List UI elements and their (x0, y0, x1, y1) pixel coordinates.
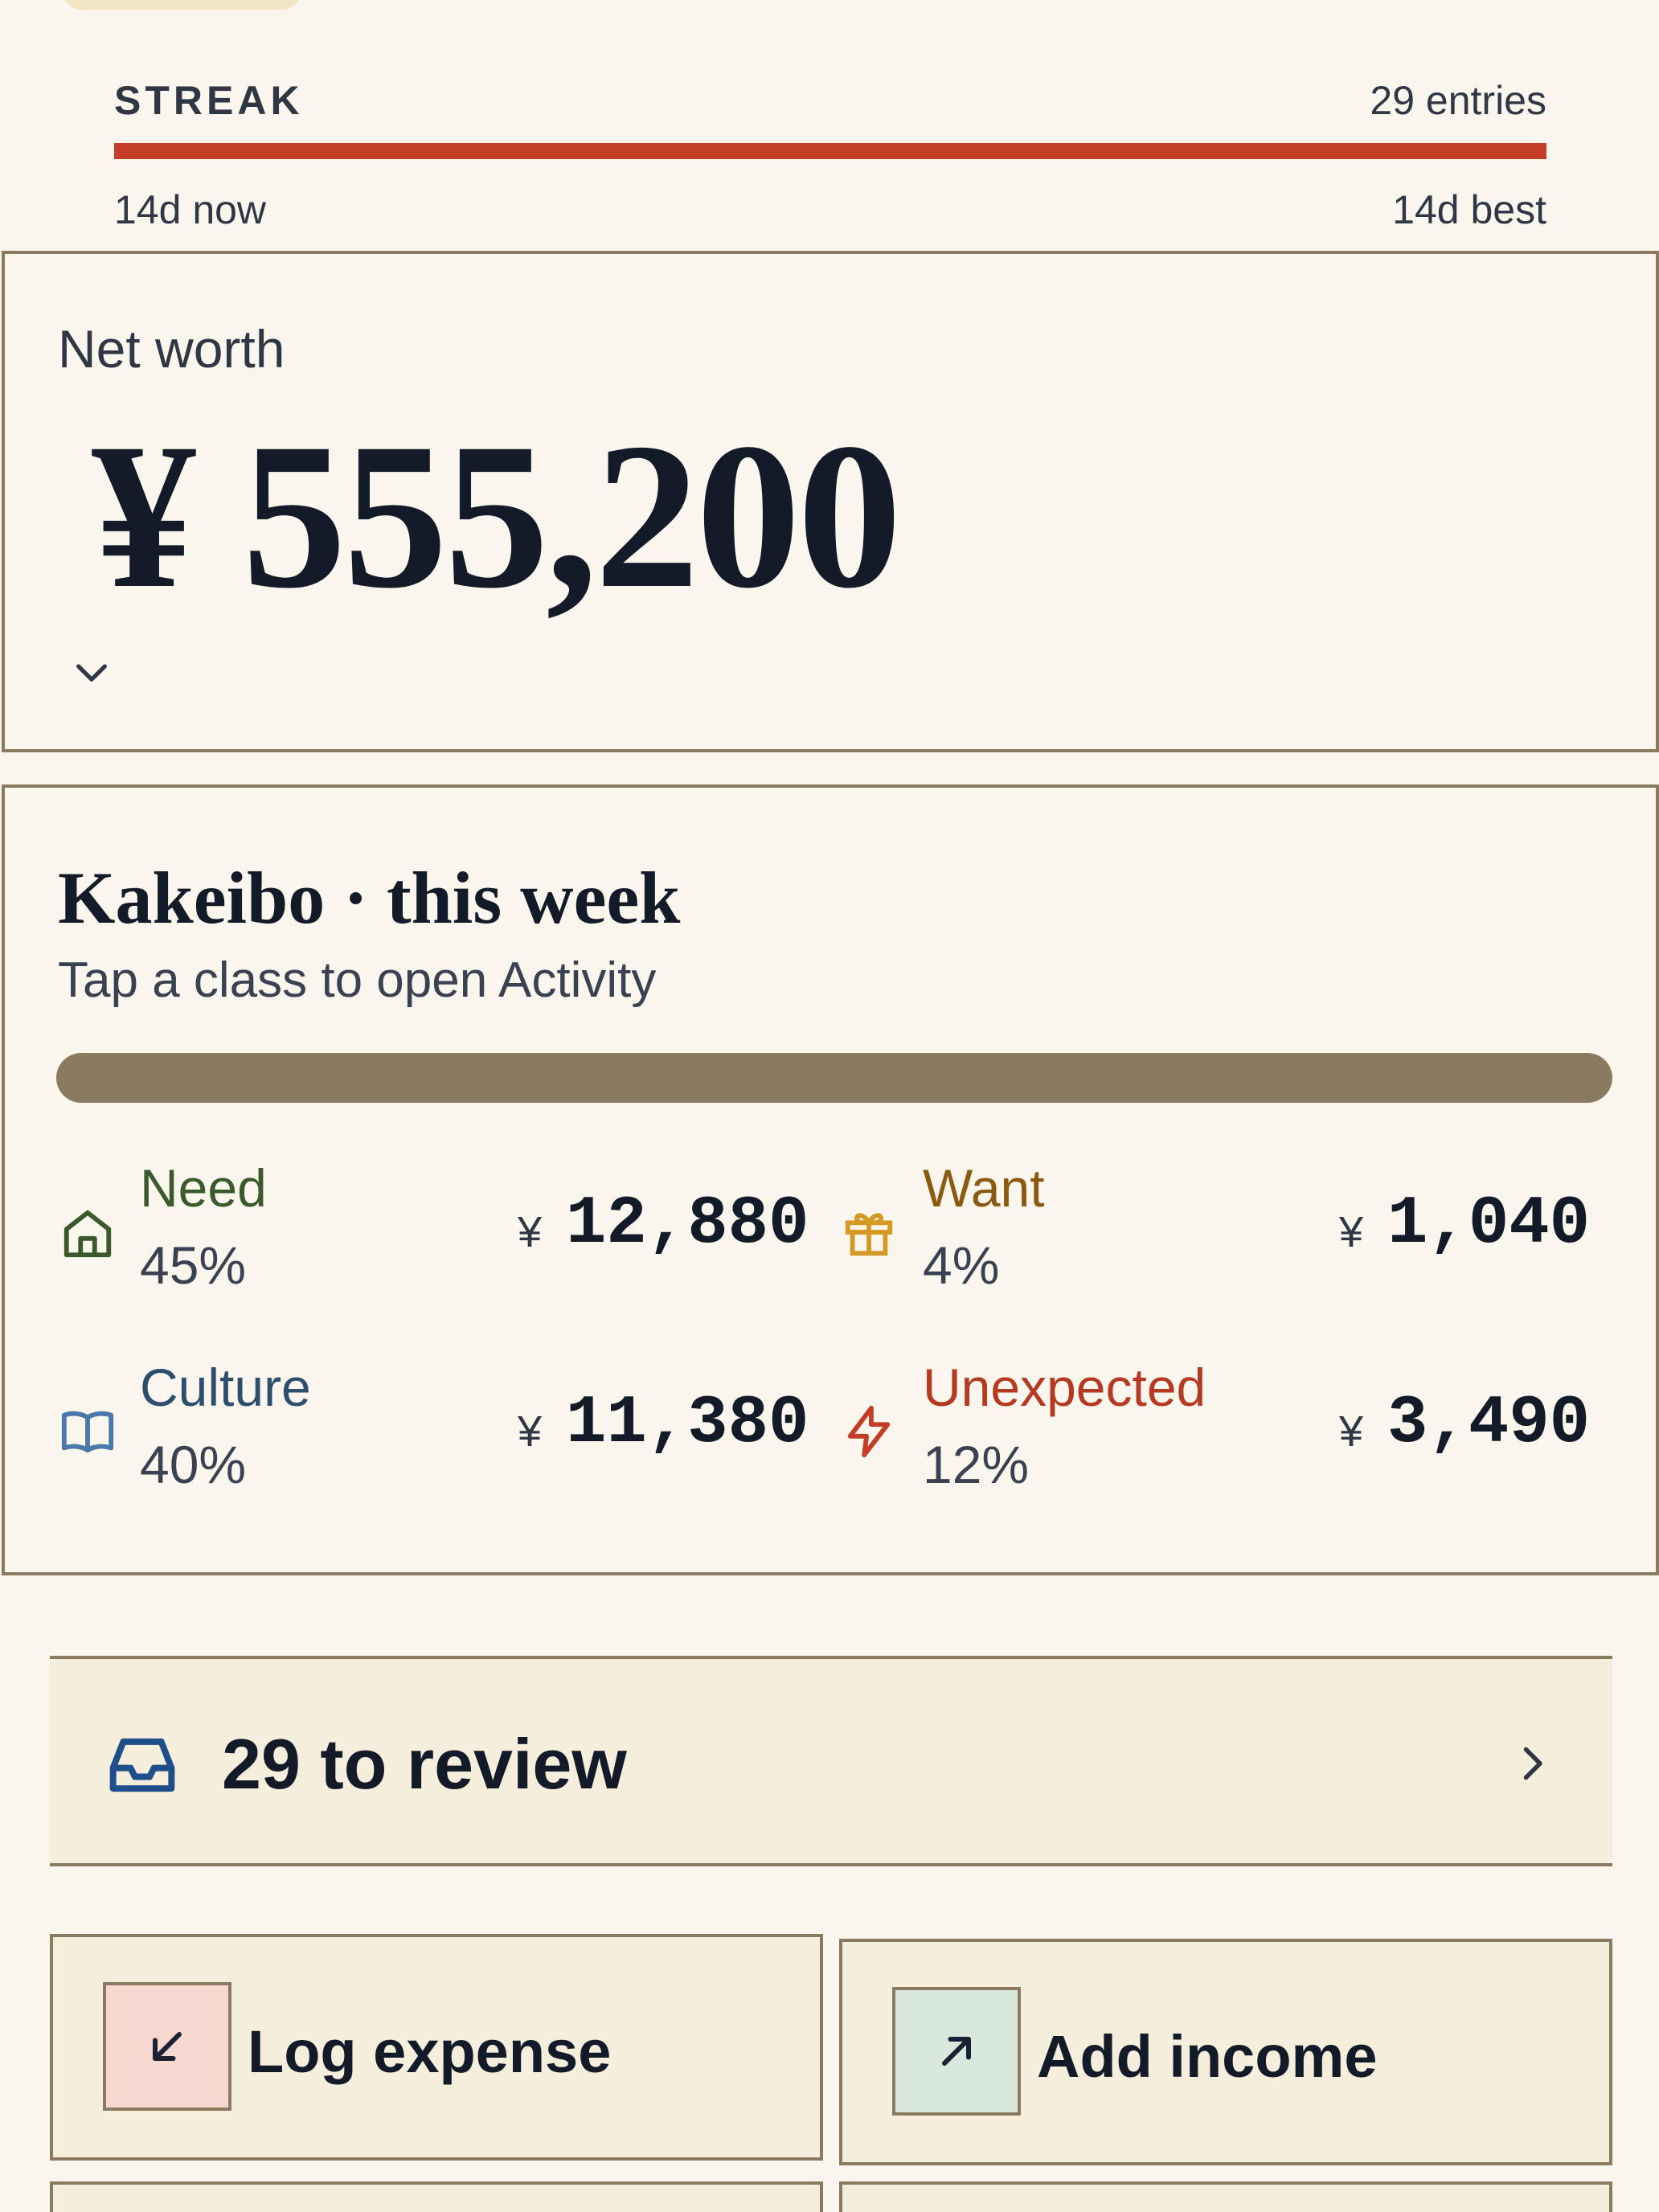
header-pill[interactable] (61, 0, 302, 10)
kakeibo-class-unexpected[interactable]: Unexpected 12% ¥ 3,490 (841, 1357, 1628, 1518)
streak-current: 14d now (114, 187, 267, 232)
arrow-down-left-icon (153, 2032, 182, 2061)
net-worth-card[interactable]: Net worth ¥ 555,200 (2, 251, 1659, 752)
chevron-right-icon (1523, 1747, 1542, 1780)
log-expense-button[interactable]: Log expense (50, 1934, 823, 2161)
class-amount: 12,880 (566, 1186, 809, 1263)
streak-best: 14d best (1392, 187, 1546, 232)
lightning-icon (847, 1405, 891, 1458)
log-expense-label: Log expense (248, 2018, 612, 2085)
kakeibo-subtitle: Tap a class to open Activity (58, 952, 657, 1008)
action-button-stub[interactable] (839, 2181, 1612, 2212)
class-name: Need (140, 1158, 267, 1218)
streak-label: STREAK (114, 78, 304, 123)
streak-progress-bar (114, 143, 1546, 159)
class-name: Culture (140, 1358, 311, 1417)
kakeibo-class-culture[interactable]: Culture 40% ¥ 11,380 (53, 1357, 809, 1518)
kakeibo-distribution-bar (56, 1053, 1612, 1103)
book-icon (61, 1411, 114, 1453)
inbox-icon (109, 1738, 175, 1792)
kakeibo-class-need[interactable]: Need 45% ¥ 12,880 (53, 1157, 809, 1318)
currency-symbol: ¥ (1339, 1407, 1364, 1456)
class-name: Want (923, 1158, 1045, 1218)
income-icon-box (892, 1987, 1021, 2116)
review-label: 29 to review (222, 1724, 627, 1804)
kakeibo-class-want[interactable]: Want 4% ¥ 1,040 (841, 1157, 1628, 1318)
streak-progress-fill (114, 143, 1546, 159)
class-percent: 4% (923, 1235, 1000, 1295)
currency-symbol: ¥ (1339, 1208, 1364, 1256)
currency-symbol: ¥ (518, 1208, 543, 1256)
expense-icon-box (103, 1982, 231, 2111)
class-amount: 3,490 (1387, 1386, 1591, 1462)
kakeibo-title: Kakeibo · this week (58, 857, 681, 939)
header-title-fragment (852, 0, 916, 10)
class-amount: 11,380 (566, 1386, 809, 1462)
action-button-stub[interactable] (50, 2181, 823, 2212)
chevron-down-icon[interactable] (69, 649, 114, 694)
house-icon (63, 1210, 112, 1258)
class-amount: 1,040 (1387, 1186, 1591, 1263)
add-income-label: Add income (1037, 2023, 1378, 2090)
gift-icon (845, 1213, 893, 1256)
class-percent: 12% (923, 1435, 1030, 1494)
kakeibo-card: Kakeibo · this week Tap a class to open … (2, 784, 1659, 1575)
class-name: Unexpected (923, 1358, 1206, 1417)
arrow-up-right-icon (942, 2037, 971, 2066)
net-worth-value: ¥ 555,200 (92, 400, 902, 632)
class-percent: 40% (140, 1435, 247, 1494)
add-income-button[interactable]: Add income (839, 1939, 1612, 2165)
review-row[interactable]: 29 to review (50, 1656, 1612, 1866)
net-worth-label: Net worth (58, 319, 285, 379)
class-percent: 45% (140, 1235, 247, 1295)
streak-entries: 29 entries (1370, 78, 1546, 123)
currency-symbol: ¥ (518, 1407, 543, 1456)
